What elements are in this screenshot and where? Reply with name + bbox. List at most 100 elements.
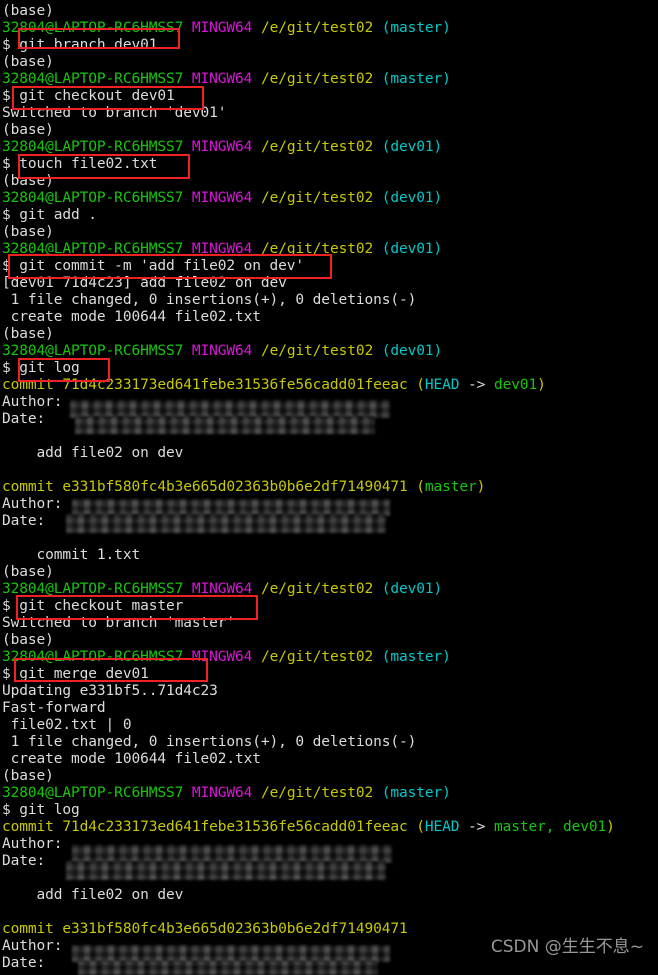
prompt-path: /e/git/test02 — [260, 71, 374, 87]
prompt-shell-name: MINGW64 — [191, 785, 253, 801]
commit-hash: commit e331bf580fc4b3e665d02363b0b6e2df7… — [2, 921, 408, 937]
output-line: Switched to branch 'dev01' — [0, 105, 658, 122]
prompt-shell-name: MINGW64 — [191, 139, 253, 155]
output-line: commit 1.txt — [0, 547, 658, 564]
conda-env-label: (base) — [0, 632, 658, 649]
command-line: $ git add . — [0, 207, 658, 224]
conda-env-label: (base) — [0, 122, 658, 139]
date-label: Date: — [2, 955, 72, 971]
output-line: Updating e331bf5..71d4c23 — [0, 683, 658, 700]
command-text: $ git add . — [2, 207, 97, 223]
conda-env-label: (base) — [0, 326, 658, 343]
prompt-branch: (dev01) — [381, 343, 443, 359]
output-text: Switched to branch 'dev01' — [2, 105, 227, 121]
conda-env-text: (base) — [2, 564, 54, 580]
prompt-line: 32804@LAPTOP-RC6HMSS7 MINGW64 /e/git/tes… — [0, 139, 658, 156]
prompt-user-host: 32804@LAPTOP-RC6HMSS7 — [2, 190, 184, 206]
conda-env-text: (base) — [2, 768, 54, 784]
command-line: $ git branch dev01 — [0, 37, 658, 54]
prompt-user-host: 32804@LAPTOP-RC6HMSS7 — [2, 581, 184, 597]
command-line: $ git log — [0, 360, 658, 377]
date-label: Date: — [2, 513, 72, 529]
prompt-shell-name: MINGW64 — [191, 190, 253, 206]
prompt-shell-name: MINGW64 — [191, 581, 253, 597]
conda-env-text: (base) — [2, 3, 54, 19]
output-text: commit 1.txt — [2, 547, 141, 563]
date-label: Date: — [2, 853, 72, 869]
command-text: $ git log — [2, 360, 80, 376]
prompt-path: /e/git/test02 — [260, 241, 374, 257]
author-line: Author: — [0, 394, 658, 411]
command-text: $ git log — [2, 802, 80, 818]
prompt-user-host: 32804@LAPTOP-RC6HMSS7 — [2, 785, 184, 801]
conda-env-label: (base) — [0, 224, 658, 241]
commit-ref-branches: dev01 — [493, 377, 538, 393]
output-text: file02.txt | 0 — [2, 717, 132, 733]
prompt-user-host: 32804@LAPTOP-RC6HMSS7 — [2, 649, 184, 665]
output-line: 1 file changed, 0 insertions(+), 0 delet… — [0, 292, 658, 309]
commit-line: commit 71d4c233173ed641febe31536fe56cadd… — [0, 819, 658, 836]
output-text: add file02 on dev — [2, 445, 184, 461]
prompt-user-host: 32804@LAPTOP-RC6HMSS7 — [2, 71, 184, 87]
commit-ref-branches: master — [424, 479, 477, 495]
prompt-branch: (dev01) — [381, 241, 443, 257]
commit-ref-arrow: -> — [459, 377, 494, 393]
command-text: $ touch file02.txt — [2, 156, 158, 172]
commit-ref-branches: master, dev01 — [493, 819, 607, 835]
author-label: Author: — [2, 394, 72, 410]
prompt-path: /e/git/test02 — [260, 139, 374, 155]
prompt-line: 32804@LAPTOP-RC6HMSS7 MINGW64 /e/git/tes… — [0, 190, 658, 207]
conda-env-text: (base) — [2, 54, 54, 70]
prompt-branch: (dev01) — [381, 190, 443, 206]
commit-refs-close: ) — [476, 479, 486, 495]
conda-env-text: (base) — [2, 632, 54, 648]
output-line: create mode 100644 file02.txt — [0, 751, 658, 768]
conda-env-text: (base) — [2, 122, 54, 138]
prompt-branch: (master) — [381, 649, 451, 665]
commit-refs-open: ( — [407, 479, 425, 495]
prompt-path: /e/git/test02 — [260, 343, 374, 359]
prompt-user-host: 32804@LAPTOP-RC6HMSS7 — [2, 139, 184, 155]
commit-refs-open: ( — [407, 377, 425, 393]
command-text: $ git checkout master — [2, 598, 184, 614]
command-line: $ git checkout master — [0, 598, 658, 615]
commit-line: commit e331bf580fc4b3e665d02363b0b6e2df7… — [0, 479, 658, 496]
output-line: Switched to branch 'master' — [0, 615, 658, 632]
output-line: Fast-forward — [0, 700, 658, 717]
commit-refs-close: ) — [606, 819, 615, 835]
conda-env-text: (base) — [2, 326, 54, 342]
prompt-user-host: 32804@LAPTOP-RC6HMSS7 — [2, 343, 184, 359]
conda-env-label: (base) — [0, 173, 658, 190]
command-text: $ git merge dev01 — [2, 666, 149, 682]
output-line: file02.txt | 0 — [0, 717, 658, 734]
command-line: $ git commit -m 'add file02 on dev' — [0, 258, 658, 275]
commit-ref-arrow: -> — [459, 819, 494, 835]
conda-env-label: (base) — [0, 3, 658, 20]
conda-env-text: (base) — [2, 224, 54, 240]
watermark: CSDN @生生不息~ — [490, 937, 644, 957]
conda-env-label: (base) — [0, 564, 658, 581]
prompt-path: /e/git/test02 — [260, 20, 374, 36]
prompt-line: 32804@LAPTOP-RC6HMSS7 MINGW64 /e/git/tes… — [0, 581, 658, 598]
author-label: Author: — [2, 938, 72, 954]
command-line: $ git checkout dev01 — [0, 88, 658, 105]
prompt-path: /e/git/test02 — [260, 785, 374, 801]
prompt-line: 32804@LAPTOP-RC6HMSS7 MINGW64 /e/git/tes… — [0, 241, 658, 258]
output-line: add file02 on dev — [0, 887, 658, 904]
output-line: add file02 on dev — [0, 445, 658, 462]
date-line: Date: — [0, 411, 658, 428]
commit-hash: commit 71d4c233173ed641febe31536fe56cadd… — [2, 377, 408, 393]
prompt-branch: (dev01) — [381, 581, 443, 597]
prompt-branch: (dev01) — [381, 139, 443, 155]
prompt-line: 32804@LAPTOP-RC6HMSS7 MINGW64 /e/git/tes… — [0, 71, 658, 88]
conda-env-label: (base) — [0, 768, 658, 785]
output-text: 1 file changed, 0 insertions(+), 0 delet… — [2, 292, 417, 308]
terminal-window[interactable]: (base) 32804@LAPTOP-RC6HMSS7 MINGW64 /e/g… — [0, 0, 658, 975]
conda-env-text: (base) — [2, 173, 54, 189]
author-line: Author: — [0, 836, 658, 853]
commit-ref-head: HEAD — [424, 377, 460, 393]
date-label: Date: — [2, 411, 72, 427]
